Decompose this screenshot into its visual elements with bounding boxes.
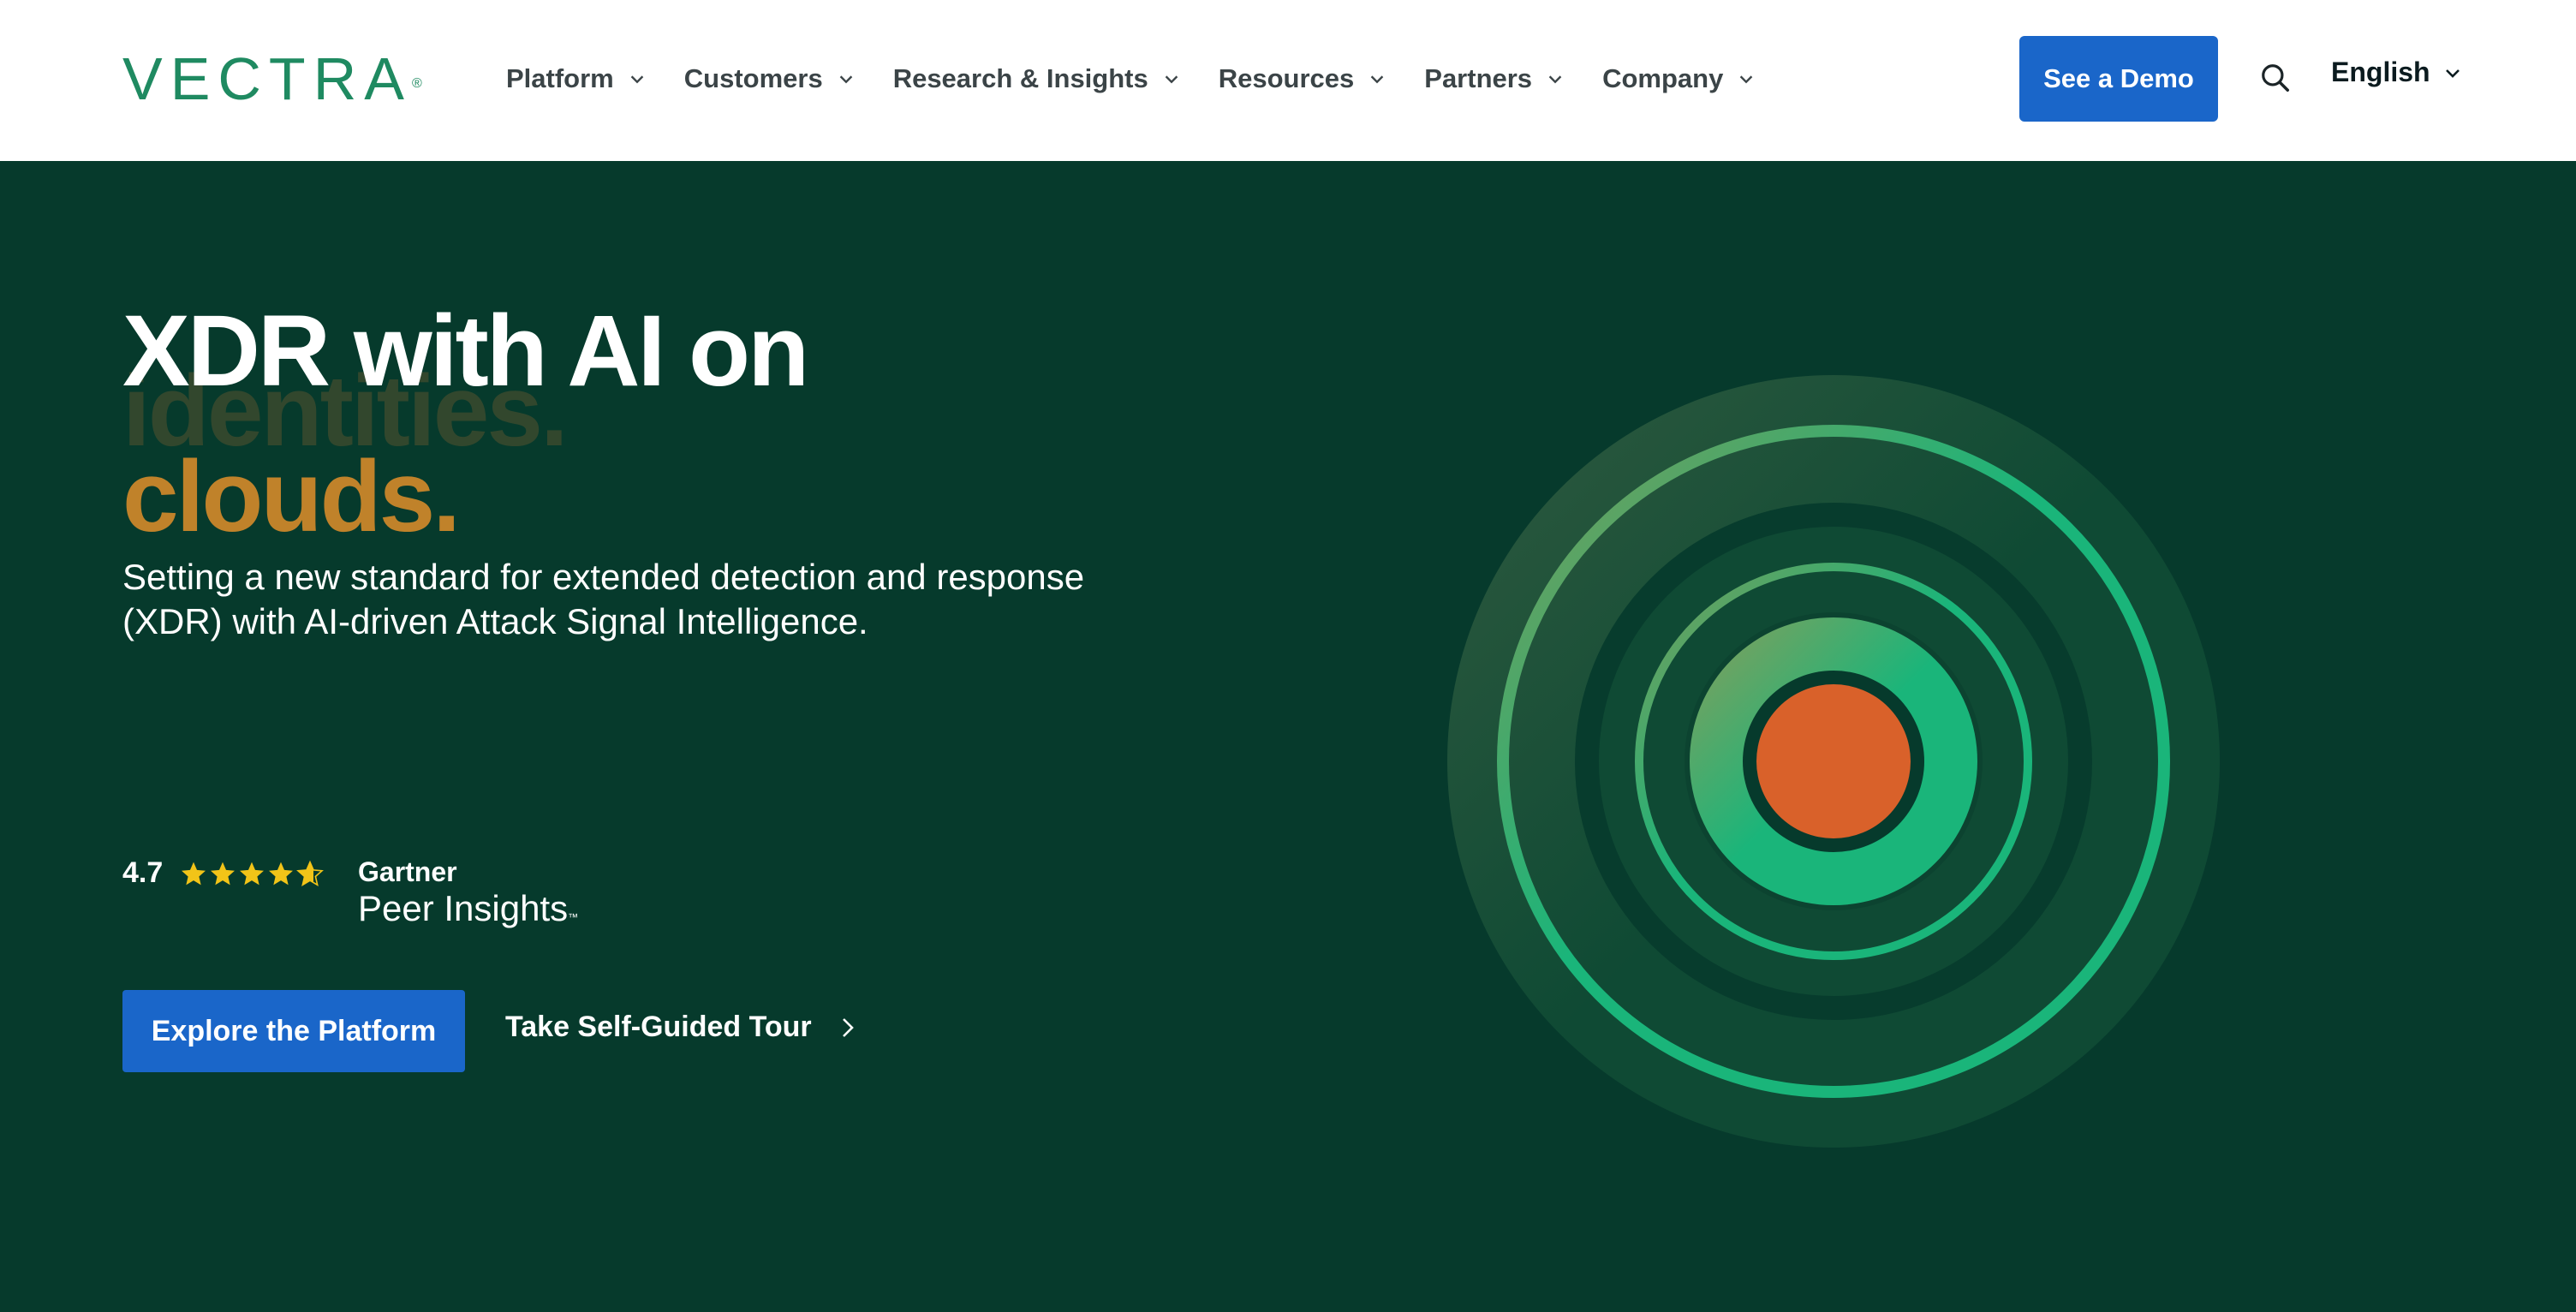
site-header: VECTRA® Platform Customers Research & In… [0,0,2576,161]
language-label: English [2331,57,2430,87]
nav-item-label: Resources [1218,63,1355,93]
tour-link-label: Take Self-Guided Tour [505,1011,812,1043]
nav-item-research-insights[interactable]: Research & Insights [893,63,1181,94]
logo-registered-mark: ® [411,76,422,91]
nav-item-label: Partners [1424,63,1533,93]
chevron-down-icon [1740,75,1753,84]
chevron-down-icon [1371,75,1384,84]
hero-headline: XDR with AI on [122,295,809,408]
nav-item-company[interactable]: Company [1602,63,1756,94]
main-nav: Platform Customers Research & Insights R… [506,51,1793,106]
chevron-down-icon [2445,69,2460,78]
self-guided-tour-link[interactable]: Take Self-Guided Tour [505,1011,858,1044]
see-demo-button[interactable]: See a Demo [2019,36,2218,122]
nav-item-partners[interactable]: Partners [1424,63,1565,94]
rating-score: 4.7 [122,856,164,889]
attack-signal-rings-graphic [1447,375,2220,1148]
chevron-down-icon [839,75,852,84]
search-icon[interactable] [2259,62,2292,94]
chevron-right-icon [842,1017,854,1037]
nav-item-label: Company [1602,63,1724,93]
nav-item-platform[interactable]: Platform [506,63,647,94]
vectra-logo[interactable]: VECTRA® [122,45,422,113]
star-icon [211,862,236,885]
hero-subtitle: Setting a new standard for extended dete… [122,557,1085,641]
nav-item-label: Customers [683,63,823,93]
nav-item-customers[interactable]: Customers [684,63,856,94]
gartner-product: Peer Insights [358,888,569,928]
gartner-brand: Gartner [358,856,457,887]
rotating-headline-word: clouds. [122,440,461,553]
nav-item-resources[interactable]: Resources [1219,63,1387,94]
star-icon [240,862,265,885]
nav-item-label: Research & Insights [892,63,1148,93]
core-orange-dot [1756,684,1911,838]
nav-item-label: Platform [506,63,614,93]
chevron-down-icon [630,75,644,84]
chevron-down-icon [1548,75,1562,84]
language-selector[interactable]: English [2331,57,2463,88]
gartner-peer-insights-logo[interactable]: Gartner Peer Insights™ [358,856,578,939]
rating-summary: 4.7 [122,856,325,890]
explore-platform-button[interactable]: Explore the Platform [122,990,465,1072]
chevron-down-icon [1165,75,1178,84]
logo-text: VECTRA [122,45,412,112]
star-icon [269,862,294,885]
star-icon [182,862,206,885]
star-rating [180,860,325,887]
trademark-mark: ™ [568,911,579,923]
half-star-icon [296,860,325,886]
